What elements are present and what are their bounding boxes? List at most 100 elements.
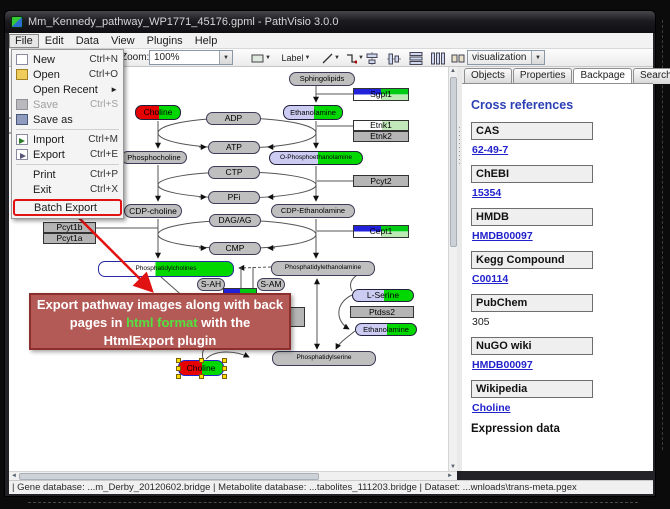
tab-backpage[interactable]: Backpage — [573, 68, 631, 84]
scroll-up-icon[interactable]: ▲ — [450, 68, 456, 74]
visualization-value: visualization — [468, 52, 531, 63]
cross-references-heading: Cross references — [471, 98, 653, 112]
pathway-node-ctp[interactable]: CTP — [208, 166, 260, 179]
pathway-node-l-serine[interactable]: L-Serine — [352, 289, 414, 302]
menu-shortcut: Ctrl+S — [90, 99, 118, 110]
pathway-node-sgpl1[interactable]: Sgpl1 — [353, 88, 409, 101]
tab-search[interactable]: Search — [633, 68, 670, 84]
cross-references-list: CAS62-49-7ChEBI15354HMDBHMDB00097Kegg Co… — [471, 122, 653, 414]
pathway-node-cdp-choline[interactable]: CDP-choline — [124, 204, 182, 218]
visualization-combobox[interactable]: visualization ▼ — [467, 50, 545, 65]
pathway-node-cmp[interactable]: CMP — [209, 242, 261, 255]
menu-item-batch-export[interactable]: Batch Export — [14, 200, 121, 215]
xref-link[interactable]: 62-49-7 — [472, 144, 508, 156]
pathway-node-phosphocholine[interactable]: Phosphocholine — [121, 151, 187, 164]
pathway-node-pfi[interactable]: PFi — [208, 191, 260, 204]
menu-help[interactable]: Help — [189, 34, 224, 48]
pathway-node-sphingolipids[interactable]: Sphingolipids — [289, 72, 355, 86]
menu-item-label: Save as — [33, 114, 118, 126]
selection-handle[interactable] — [222, 366, 227, 371]
pathway-node-atp[interactable]: ATP — [208, 141, 260, 154]
pathway-node-adp[interactable]: ADP — [206, 112, 261, 125]
node-label: O-Phosphoethanolamine — [280, 155, 352, 162]
align-center-vertical-icon[interactable] — [383, 50, 405, 66]
node-label: Ethanolamine — [363, 326, 409, 334]
canvas-vertical-scrollbar[interactable]: ▲ ▼ — [448, 67, 457, 471]
distribute-horizontal-icon[interactable] — [427, 50, 449, 66]
pathway-node-s-am[interactable]: S-AM — [257, 278, 285, 291]
distribute-vertical-icon[interactable] — [405, 50, 427, 66]
pathway-node-pcyt1b[interactable]: Pcyt1b — [43, 222, 96, 233]
chevron-down-icon[interactable]: ▼ — [531, 51, 544, 64]
pathway-node-choline[interactable]: Choline — [178, 360, 224, 376]
menu-item-open[interactable]: OpenCtrl+O — [13, 67, 122, 82]
tab-objects[interactable]: Objects — [464, 68, 512, 84]
selection-handle[interactable] — [222, 358, 227, 363]
xref-source-name: Kegg Compound — [471, 251, 593, 269]
menu-item-exit[interactable]: ExitCtrl+X — [13, 182, 122, 197]
align-center-horizontal-icon[interactable] — [361, 50, 383, 66]
xref-link[interactable]: C00114 — [472, 273, 508, 285]
menu-view[interactable]: View — [105, 34, 141, 48]
menu-item-save[interactable]: SaveCtrl+S — [13, 97, 122, 112]
menu-data[interactable]: Data — [70, 34, 105, 48]
chevron-down-icon[interactable]: ▼ — [219, 51, 232, 64]
scroll-left-icon[interactable]: ◄ — [11, 473, 17, 479]
pathway-node-etnk1[interactable]: Etnk1 — [353, 120, 409, 131]
xref-section-wikipedia: WikipediaCholine — [471, 380, 653, 414]
pathway-node-o-phosphoethanolamine[interactable]: O-Phosphoethanolamine — [269, 151, 363, 165]
menu-plugins[interactable]: Plugins — [141, 34, 189, 48]
menu-shortcut: Ctrl+E — [90, 149, 118, 160]
scrollbar-thumb[interactable] — [450, 77, 457, 247]
datanode-tool-button[interactable]: ▼ — [247, 50, 275, 66]
pathway-node-choline[interactable]: Choline — [135, 105, 181, 120]
pathway-node-ethanolamine[interactable]: Ethanolamine — [355, 323, 417, 336]
selection-handle[interactable] — [176, 358, 181, 363]
blank-icon — [16, 184, 28, 195]
pathway-node-pcyt2[interactable]: Pcyt2 — [353, 175, 409, 187]
menu-item-open-recent[interactable]: Open Recent► — [13, 82, 122, 97]
xref-link[interactable]: Choline — [472, 402, 511, 414]
selection-handle[interactable] — [176, 374, 181, 379]
xref-link[interactable]: HMDB00097 — [472, 230, 533, 242]
pathway-node-phosphatidylserine[interactable]: Phosphatidylserine — [272, 351, 376, 366]
xref-link[interactable]: HMDB00097 — [472, 359, 533, 371]
pathway-node-pcyt1a[interactable]: Pcyt1a — [43, 233, 96, 244]
pathway-node-phosphatidylethanolamine[interactable]: Phosphatidylethanolamine — [271, 261, 375, 276]
pathway-node-etnk2[interactable]: Etnk2 — [353, 131, 409, 142]
menu-file[interactable]: File — [9, 34, 39, 48]
menu-edit[interactable]: Edit — [39, 34, 70, 48]
menu-item-print[interactable]: PrintCtrl+P — [13, 167, 122, 182]
xref-link[interactable]: 15354 — [472, 187, 501, 199]
scroll-down-icon[interactable]: ▼ — [450, 464, 456, 470]
menu-item-export[interactable]: ExportCtrl+E — [13, 147, 122, 162]
tab-properties[interactable]: Properties — [513, 68, 573, 84]
pathway-node-cept1[interactable]: Cept1 — [353, 225, 409, 238]
pathway-node-phosphatidylcholines[interactable]: Phosphatidylcholines — [98, 261, 234, 277]
zoom-combobox[interactable]: 100% ▼ — [149, 50, 233, 65]
node-label: Etnk1 — [370, 121, 392, 130]
titlebar[interactable]: Mm_Kennedy_pathway_WP1771_45176.gpml - P… — [5, 11, 655, 33]
pathway-node-s-ah[interactable]: S-AH — [197, 278, 225, 291]
pathway-node-ethanolamine[interactable]: Ethanolamine — [283, 105, 343, 120]
label-tool-button[interactable]: Label▼ — [277, 50, 315, 66]
pathway-node-cdp-ethanolamine[interactable]: CDP-Ethanolamine — [271, 204, 355, 218]
scroll-right-icon[interactable]: ► — [447, 473, 453, 479]
line-tool-button[interactable]: ▼ — [319, 50, 343, 66]
node-label: Etnk2 — [370, 132, 392, 141]
selection-handle[interactable] — [199, 358, 204, 363]
node-label: CMP — [226, 244, 245, 253]
pathway-node-ptdss2[interactable]: Ptdss2 — [350, 306, 414, 318]
menu-item-save-as[interactable]: Save as — [13, 112, 122, 127]
canvas-horizontal-scrollbar[interactable]: ◄ ► — [9, 471, 457, 480]
menu-item-import[interactable]: ImportCtrl+M — [13, 132, 122, 147]
selection-handle[interactable] — [176, 366, 181, 371]
pathway-node-dag-ag[interactable]: DAG/AG — [209, 214, 261, 227]
selection-handle[interactable] — [199, 374, 204, 379]
menubar: File Edit Data View Plugins Help — [9, 33, 653, 49]
common-size-icon[interactable] — [447, 50, 469, 66]
menu-item-new[interactable]: NewCtrl+N — [13, 52, 122, 67]
pathvisio-app-icon — [11, 16, 23, 28]
selection-handle[interactable] — [222, 374, 227, 379]
scrollbar-thumb[interactable] — [19, 473, 319, 480]
